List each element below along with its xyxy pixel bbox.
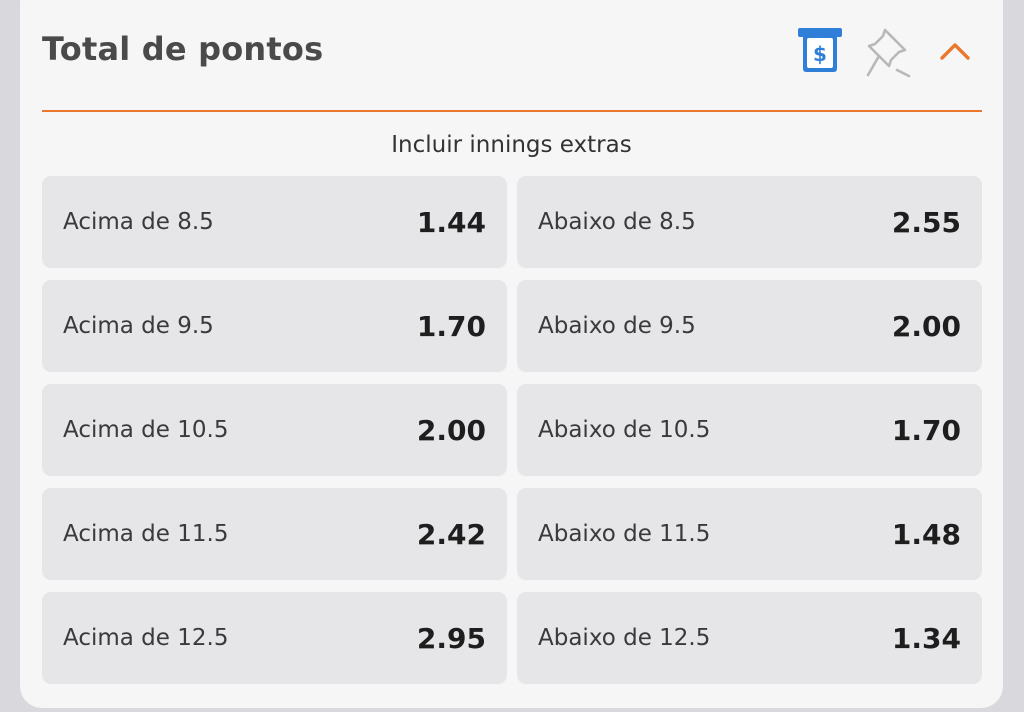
odds-value: 2.00: [891, 309, 961, 343]
svg-text:$: $: [813, 42, 827, 66]
odds-label: Acima de 12.5: [63, 625, 229, 651]
odds-button-over-10-5[interactable]: Acima de 10.5 2.00: [42, 384, 507, 476]
market-card: Total de pontos $ Incluir innings extras…: [20, 0, 1003, 708]
odds-value: 2.55: [891, 205, 961, 239]
odds-value: 1.44: [416, 205, 486, 239]
odds-label: Abaixo de 9.5: [538, 313, 696, 339]
header-divider: [42, 110, 982, 112]
odds-button-under-12-5[interactable]: Abaixo de 12.5 1.34: [517, 592, 982, 684]
odds-label: Acima de 10.5: [63, 417, 229, 443]
odds-button-over-8-5[interactable]: Acima de 8.5 1.44: [42, 176, 507, 268]
odds-button-over-9-5[interactable]: Acima de 9.5 1.70: [42, 280, 507, 372]
odds-button-over-12-5[interactable]: Acima de 12.5 2.95: [42, 592, 507, 684]
pin-icon[interactable]: [865, 26, 917, 78]
odds-label: Abaixo de 11.5: [538, 521, 711, 547]
odds-label: Acima de 11.5: [63, 521, 229, 547]
odds-label: Acima de 8.5: [63, 209, 214, 235]
chevron-up-icon[interactable]: [938, 40, 972, 62]
odds-label: Abaixo de 12.5: [538, 625, 711, 651]
odds-label: Abaixo de 10.5: [538, 417, 711, 443]
odds-button-under-10-5[interactable]: Abaixo de 10.5 1.70: [517, 384, 982, 476]
odds-value: 2.00: [416, 413, 486, 447]
odds-label: Abaixo de 8.5: [538, 209, 696, 235]
odds-button-under-8-5[interactable]: Abaixo de 8.5 2.55: [517, 176, 982, 268]
odds-button-under-9-5[interactable]: Abaixo de 9.5 2.00: [517, 280, 982, 372]
odds-value: 1.34: [891, 621, 961, 655]
cashout-icon[interactable]: $: [797, 26, 843, 74]
odds-value: 2.95: [416, 621, 486, 655]
odds-value: 1.70: [416, 309, 486, 343]
odds-value: 2.42: [416, 517, 486, 551]
odds-button-over-11-5[interactable]: Acima de 11.5 2.42: [42, 488, 507, 580]
market-title: Total de pontos: [42, 30, 324, 68]
market-subtitle: Incluir innings extras: [391, 132, 632, 158]
odds-grid: Acima de 8.5 1.44 Abaixo de 8.5 2.55 Aci…: [42, 176, 982, 684]
odds-label: Acima de 9.5: [63, 313, 214, 339]
odds-value: 1.48: [891, 517, 961, 551]
odds-value: 1.70: [891, 413, 961, 447]
market-header[interactable]: Total de pontos $: [42, 0, 982, 92]
odds-button-under-11-5[interactable]: Abaixo de 11.5 1.48: [517, 488, 982, 580]
